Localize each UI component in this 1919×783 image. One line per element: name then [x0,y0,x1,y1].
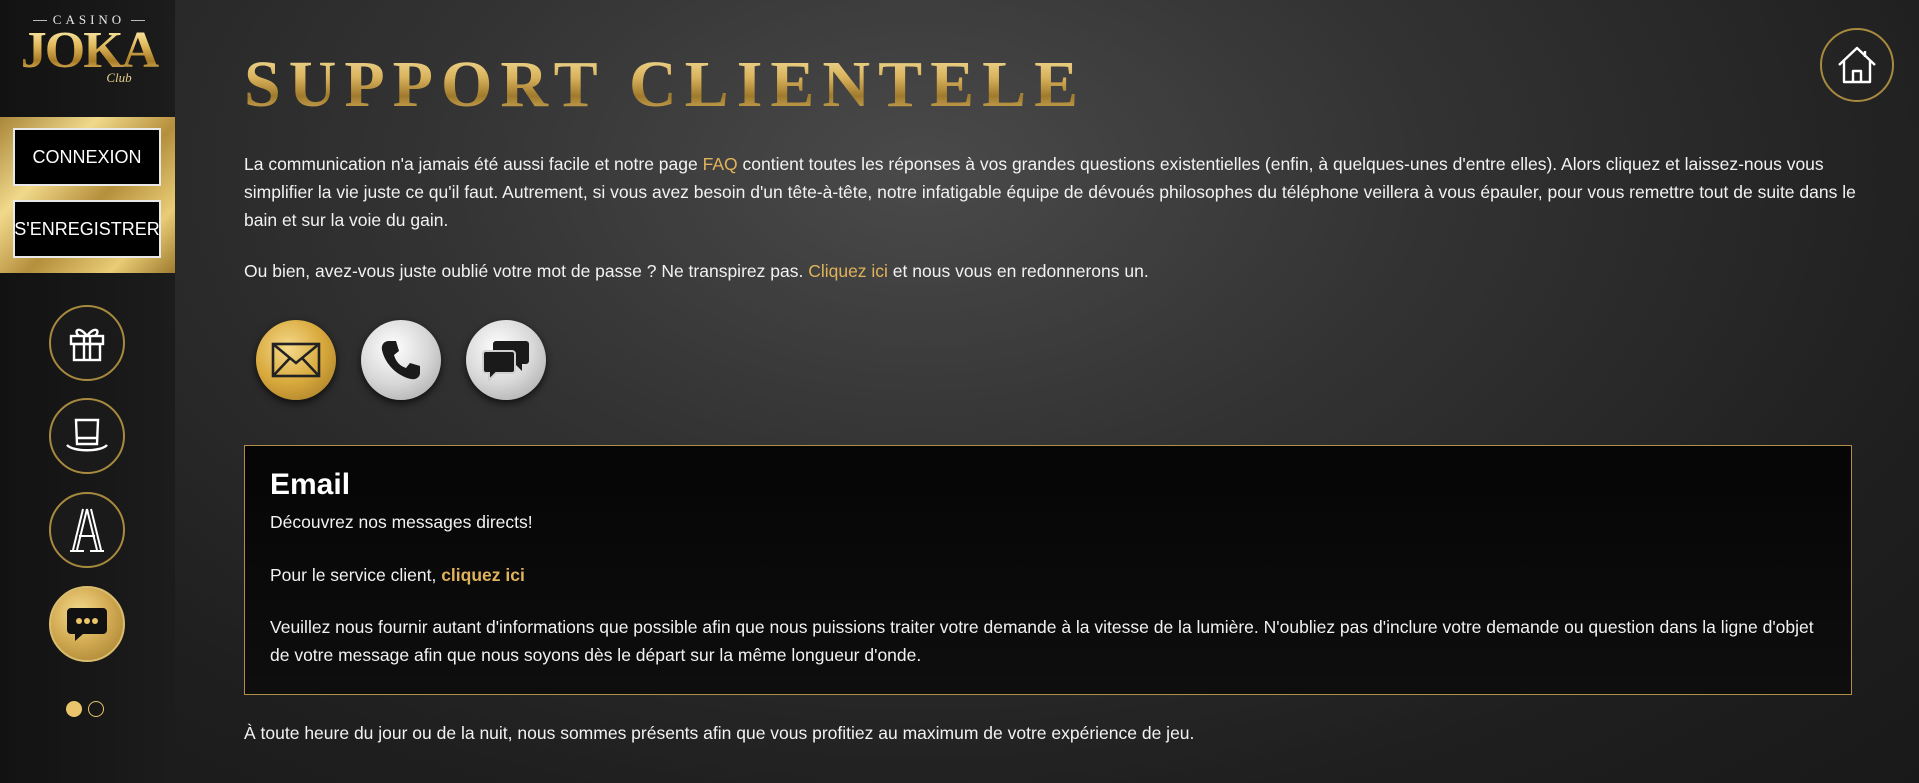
faq-link[interactable]: FAQ [703,154,738,174]
live-chat-icon [482,341,529,383]
password-text-start: Ou bien, avez-vous juste oublié votre mo… [244,261,809,281]
home-icon [1838,46,1876,84]
casino-logo[interactable]: CASINO JOKA Club [14,12,164,102]
support-button[interactable] [49,586,125,662]
phone-contact-button[interactable] [361,320,441,400]
password-text-end: et nous vous en redonnerons un. [887,261,1149,281]
email-contact-button[interactable] [256,320,336,400]
gift-icon [69,328,105,362]
vip-club-button[interactable] [49,398,125,474]
pagination-dot[interactable] [88,701,104,717]
email-heading: Email [270,468,351,501]
login-button[interactable]: CONNEXION [13,128,161,186]
pagination-dot-active[interactable] [66,701,82,717]
home-button[interactable] [1820,28,1894,102]
email-service-link[interactable]: cliquez ici [441,565,525,585]
register-button[interactable]: S'ENREGISTRER [13,200,161,258]
promotions-button[interactable] [49,305,125,381]
email-instructions: Veuillez nous fournir autant d'informati… [270,617,1814,665]
email-info-box: Email Découvrez nos messages directs! Po… [244,445,1852,695]
auth-panel: CONNEXION S'ENREGISTRER [0,117,175,273]
email-service-line: Pour le service client, cliquez ici [270,561,1830,589]
email-icon [271,342,321,378]
page-title: SUPPORT CLIENTELE [244,48,1087,121]
live-chat-contact-button[interactable] [466,320,546,400]
password-reset-link[interactable]: Cliquez ici [808,261,888,281]
availability-text: À toute heure du jour ou de la nuit, nou… [244,723,1195,743]
phone-icon [381,341,420,380]
sidebar-pagination [66,701,104,717]
logo-joka-text: JOKA [14,25,164,77]
casino-games-button[interactable] [49,492,125,568]
email-subheading: Découvrez nos messages directs! [270,512,533,532]
ace-card-icon [70,508,104,552]
intro-text-start: La communication n'a jamais été aussi fa… [244,154,703,174]
password-paragraph: Ou bien, avez-vous juste oublié votre mo… [244,257,1856,285]
top-hat-icon [66,418,108,452]
chat-bubble-icon [67,608,107,641]
sidebar: CASINO JOKA Club CONNEXION S'ENREGISTRER [0,0,175,783]
intro-paragraph: La communication n'a jamais été aussi fa… [244,150,1856,234]
email-service-text: Pour le service client, [270,565,442,585]
